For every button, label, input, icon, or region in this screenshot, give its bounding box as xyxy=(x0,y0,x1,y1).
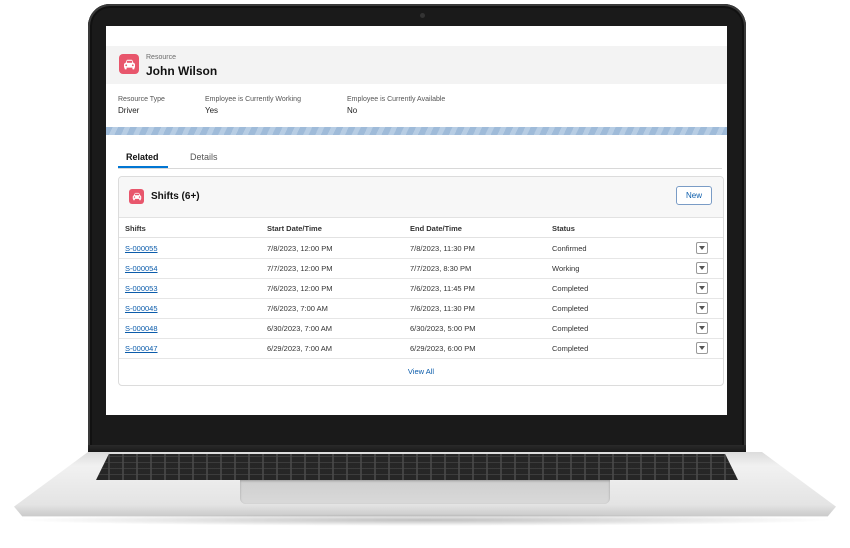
shift-link[interactable]: S-000054 xyxy=(125,264,158,273)
field-resource-type: Resource Type Driver xyxy=(118,96,165,115)
start-datetime: 7/6/2023, 12:00 PM xyxy=(267,284,333,293)
table-row: S-000055 7/8/2023, 12:00 PM 7/8/2023, 11… xyxy=(119,238,723,259)
record-name: John Wilson xyxy=(146,64,218,78)
status: Completed xyxy=(552,344,589,353)
end-datetime: 7/8/2023, 11:30 PM xyxy=(410,244,475,253)
record-object-label: Resource xyxy=(146,54,176,61)
table-row: S-000048 6/30/2023, 7:00 AM 6/30/2023, 5… xyxy=(119,318,723,339)
shift-link[interactable]: S-000047 xyxy=(125,344,158,353)
table-header: Shifts Start Date/Time End Date/Time Sta… xyxy=(119,218,723,238)
table-row: S-000045 7/6/2023, 7:00 AM 7/6/2023, 11:… xyxy=(119,298,723,319)
table-row: S-000053 7/6/2023, 12:00 PM 7/6/2023, 11… xyxy=(119,278,723,299)
column-header-start: Start Date/Time xyxy=(267,224,322,233)
field-value: Yes xyxy=(205,106,219,115)
start-datetime: 7/8/2023, 12:00 PM xyxy=(267,244,333,253)
start-datetime: 7/6/2023, 7:00 AM xyxy=(267,304,328,313)
view-all-link[interactable]: View All xyxy=(119,367,723,376)
car-icon xyxy=(129,189,144,204)
shift-link[interactable]: S-000055 xyxy=(125,244,158,253)
field-value: No xyxy=(347,106,358,115)
status: Completed xyxy=(552,304,589,313)
status: Completed xyxy=(552,324,589,333)
field-currently-available: Employee is Currently Available No xyxy=(347,96,445,115)
field-value: Driver xyxy=(118,106,140,115)
screen: Resource John Wilson Resource Type Drive… xyxy=(106,26,727,415)
row-actions-chevron-down-icon[interactable] xyxy=(696,282,708,294)
end-datetime: 7/7/2023, 8:30 PM xyxy=(410,264,472,273)
decorative-band xyxy=(106,127,727,135)
row-actions-chevron-down-icon[interactable] xyxy=(696,302,708,314)
field-label: Resource Type xyxy=(118,96,165,103)
status: Confirmed xyxy=(552,244,587,253)
row-actions-chevron-down-icon[interactable] xyxy=(696,342,708,354)
start-datetime: 6/30/2023, 7:00 AM xyxy=(267,324,333,333)
status: Working xyxy=(552,264,580,273)
laptop-shadow xyxy=(14,514,836,526)
new-shift-button[interactable]: New xyxy=(676,186,712,205)
highlight-fields: Resource Type Driver Employee is Current… xyxy=(106,96,727,120)
end-datetime: 6/29/2023, 6:00 PM xyxy=(410,344,476,353)
start-datetime: 7/7/2023, 12:00 PM xyxy=(267,264,333,273)
card-header: Shifts (6+) New xyxy=(119,177,723,218)
record-header: Resource John Wilson xyxy=(106,46,727,84)
shift-link[interactable]: S-000048 xyxy=(125,324,158,333)
field-label: Employee is Currently Working xyxy=(205,96,301,103)
row-actions-chevron-down-icon[interactable] xyxy=(696,322,708,334)
table-row: S-000047 6/29/2023, 7:00 AM 6/29/2023, 6… xyxy=(119,338,723,359)
table-row: S-000054 7/7/2023, 12:00 PM 7/7/2023, 8:… xyxy=(119,258,723,279)
shifts-related-list: Shifts (6+) New Shifts Start Date/Time E… xyxy=(118,176,724,386)
keyboard-rows xyxy=(96,454,738,480)
tab-related[interactable]: Related xyxy=(126,152,159,162)
tab-details[interactable]: Details xyxy=(190,152,218,162)
start-datetime: 6/29/2023, 7:00 AM xyxy=(267,344,333,353)
row-actions-chevron-down-icon[interactable] xyxy=(696,262,708,274)
end-datetime: 7/6/2023, 11:45 PM xyxy=(410,284,475,293)
shift-link[interactable]: S-000053 xyxy=(125,284,158,293)
card-title: Shifts (6+) xyxy=(151,191,200,202)
shift-link[interactable]: S-000045 xyxy=(125,304,158,313)
end-datetime: 7/6/2023, 11:30 PM xyxy=(410,304,475,313)
active-tab-indicator xyxy=(118,166,168,168)
car-icon xyxy=(119,54,139,74)
status: Completed xyxy=(552,284,589,293)
field-label: Employee is Currently Available xyxy=(347,96,446,103)
trackpad xyxy=(240,480,610,504)
end-datetime: 6/30/2023, 5:00 PM xyxy=(410,324,476,333)
tab-bar: Related Details xyxy=(118,148,722,169)
row-actions-chevron-down-icon[interactable] xyxy=(696,242,708,254)
column-header-shifts: Shifts xyxy=(125,224,146,233)
column-header-end: End Date/Time xyxy=(410,224,462,233)
column-header-status: Status xyxy=(552,224,575,233)
field-currently-working: Employee is Currently Working Yes xyxy=(205,96,301,115)
webcam xyxy=(420,13,425,18)
